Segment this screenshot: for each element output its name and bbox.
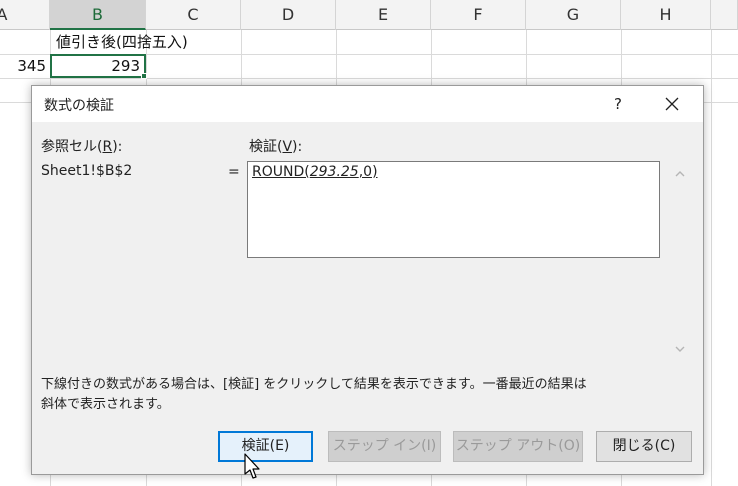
chevron-down-icon[interactable]: [674, 344, 686, 354]
column-header-e[interactable]: E: [336, 0, 431, 30]
mouse-pointer-icon: [244, 453, 260, 479]
reference-value: Sheet1!$B$2: [41, 163, 133, 179]
column-header-c[interactable]: C: [146, 0, 241, 30]
column-header-g[interactable]: G: [526, 0, 621, 30]
help-note: 下線付きの数式がある場合は、[検証] をクリックして結果を表示できます。一番最近…: [41, 375, 681, 415]
fill-handle[interactable]: [141, 73, 147, 79]
help-note-line: 下線付きの数式がある場合は、[検証] をクリックして結果を表示できます。一番最近…: [41, 377, 587, 392]
step-out-button[interactable]: ステップ アウト(O): [453, 431, 583, 462]
formula-text: ROUND(293.25,0): [252, 164, 378, 180]
dialog-title: 数式の検証: [44, 98, 114, 114]
gridline: [0, 78, 738, 79]
column-header-next[interactable]: [711, 0, 738, 30]
help-note-line: 斜体で表示されます。: [41, 397, 170, 412]
cell-b2[interactable]: 293: [52, 55, 140, 77]
dialog-titlebar[interactable]: 数式の検証 ?: [32, 86, 703, 122]
evaluation-label: 検証(V):: [249, 139, 303, 155]
cell-a2[interactable]: 345: [0, 55, 46, 77]
step-in-button[interactable]: ステップ イン(I): [328, 431, 441, 462]
equals-sign: =: [228, 164, 240, 180]
column-header-d[interactable]: D: [241, 0, 336, 30]
reference-label: 参照セル(R):: [41, 139, 123, 155]
column-header-f[interactable]: F: [431, 0, 526, 30]
close-dialog-button[interactable]: 閉じる(C): [596, 431, 692, 462]
evaluation-box[interactable]: ROUND(293.25,0): [247, 161, 660, 258]
chevron-up-icon[interactable]: [674, 169, 686, 179]
cell-b1[interactable]: 値引き後(四捨五入): [56, 31, 188, 53]
evaluation-scrollbar[interactable]: [672, 161, 688, 361]
column-header-b[interactable]: B: [50, 0, 146, 30]
close-button[interactable]: [656, 90, 688, 118]
column-header-h[interactable]: H: [621, 0, 711, 30]
help-button[interactable]: ?: [604, 90, 632, 118]
evaluate-button[interactable]: 検証(E): [218, 431, 313, 462]
evaluate-formula-dialog: 数式の検証 ? 参照セル(R): Sheet1!$B$2 検証(V): = RO…: [31, 85, 704, 475]
column-header-a[interactable]: A: [0, 0, 50, 30]
gridline: [711, 30, 712, 486]
close-icon: [665, 97, 679, 111]
column-header-bar: A B C D E F G H: [0, 0, 738, 30]
